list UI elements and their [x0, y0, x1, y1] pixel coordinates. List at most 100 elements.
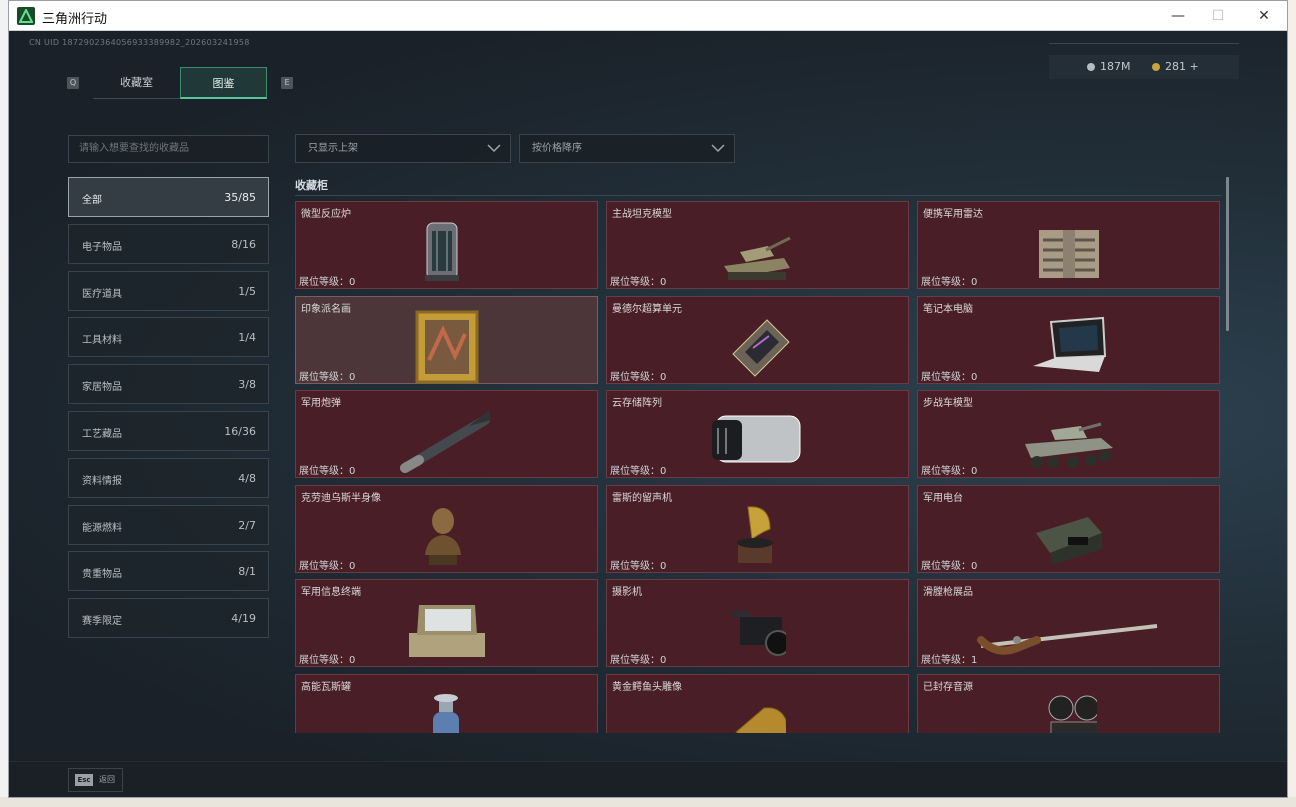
camera-icon: [732, 611, 786, 657]
category-count: 8/16: [231, 237, 256, 251]
uid-text: CN UID 1872902364056933389982_2026032419…: [29, 38, 250, 47]
category-count: 8/1: [238, 565, 256, 579]
item-name: 高能瓦斯罐: [301, 682, 351, 693]
category-label: 家居物品: [82, 382, 122, 394]
search-input[interactable]: 请输入想要查找的收藏品: [68, 135, 269, 163]
category-item[interactable]: 能源燃料 2/7: [68, 504, 269, 545]
header-divider: [1049, 43, 1239, 44]
scrollbar-thumb[interactable]: [1226, 177, 1229, 331]
item-level-prefix: 展位等级：: [921, 277, 971, 288]
item-level-prefix: 展位等级：: [921, 560, 971, 572]
item-level-value: 0: [660, 560, 667, 572]
collection-card[interactable]: 克劳迪乌斯半身像 展位等级：0: [295, 484, 598, 573]
shelf-filter-label: 只显示上架: [308, 143, 358, 154]
item-level-value: 0: [349, 560, 356, 572]
shelf-filter-dropdown[interactable]: 只显示上架: [295, 134, 511, 163]
category-item[interactable]: 资料情报 4/8: [68, 457, 269, 498]
gas-tank-icon: [433, 694, 459, 733]
item-level: 展位等级：0: [610, 651, 666, 666]
category-item[interactable]: 工具材料 1/4: [68, 317, 269, 358]
back-button[interactable]: Esc 返回: [68, 768, 123, 792]
tab-catalog[interactable]: 图鉴: [180, 67, 267, 99]
category-item[interactable]: 医疗道具 1/5: [68, 270, 269, 311]
chevron-down-icon: [711, 144, 725, 153]
collection-card[interactable]: 军用信息终端 展位等级：0: [295, 579, 598, 668]
collection-card[interactable]: 便携军用雷达 展位等级：0: [917, 201, 1220, 289]
collection-card[interactable]: 军用炮弹 展位等级：0: [295, 390, 598, 479]
item-name: 笔记本电脑: [923, 303, 973, 315]
item-name: 军用电台: [923, 492, 963, 504]
collection-card[interactable]: 曼德尔超算单元 展位等级：0: [606, 295, 909, 384]
item-level: 展位等级：0: [610, 557, 666, 572]
close-button[interactable]: ✕: [1241, 1, 1287, 31]
item-level-prefix: 展位等级：: [610, 466, 660, 478]
app-logo-icon: [17, 7, 35, 25]
collection-card[interactable]: 军用电台展位等级：0: [917, 484, 1220, 573]
collection-card[interactable]: 高能瓦斯罐: [295, 674, 598, 733]
collection-card[interactable]: 滑膛枪展品 展位等级：1: [917, 579, 1220, 668]
game-area: CN UID 1872902364056933389982_2026032419…: [9, 31, 1287, 797]
category-label: 电子物品: [82, 241, 122, 253]
item-level: 展位等级：0: [921, 557, 977, 572]
category-item[interactable]: 赛季限定 4/19: [68, 598, 269, 639]
item-name: 主战坦克模型: [612, 209, 672, 220]
collection-card[interactable]: 黄金鳄鱼头雕像: [606, 674, 909, 733]
item-level-value: 0: [971, 371, 978, 383]
collection-card[interactable]: 已封存音源: [917, 674, 1220, 733]
item-name: 已封存音源: [923, 682, 973, 693]
sort-dropdown[interactable]: 按价格降序: [519, 134, 735, 163]
currency-silver-value: 187M: [1100, 60, 1131, 73]
item-name: 军用炮弹: [301, 398, 341, 410]
currency-silver[interactable]: 187M: [1087, 60, 1131, 73]
window-title: 三角洲行动: [42, 12, 108, 27]
item-level-value: 0: [660, 371, 667, 383]
item-level-prefix: 展位等级：: [610, 655, 660, 667]
item-level: 展位等级：0: [610, 273, 666, 288]
category-item[interactable]: 全部 35/85: [68, 177, 269, 217]
game-window: 三角洲行动 — ☐ ✕ CN UID 187290236405693338998…: [8, 0, 1288, 798]
category-item[interactable]: 贵重物品 8/1: [68, 551, 269, 592]
category-item[interactable]: 家居物品 3/8: [68, 364, 269, 405]
reel-recorder-icon: [1048, 695, 1097, 733]
ifv-icon: [1025, 422, 1113, 469]
item-level-prefix: 展位等级：: [610, 371, 660, 383]
category-label: 贵重物品: [82, 569, 122, 581]
currency-bar: [1049, 55, 1239, 79]
collection-card[interactable]: 笔记本电脑展位等级：0: [917, 295, 1220, 384]
category-item[interactable]: 电子物品 8/16: [68, 223, 269, 264]
collection-card[interactable]: 云存储阵列 展位等级：0: [606, 390, 909, 479]
back-label: 返回: [99, 775, 115, 784]
radio-icon: [1036, 516, 1102, 565]
category-item[interactable]: 工艺藏品 16/36: [68, 411, 269, 451]
item-name: 黄金鳄鱼头雕像: [612, 682, 682, 693]
chevron-down-icon: [487, 144, 501, 153]
item-level: 展位等级：0: [610, 462, 666, 477]
item-level-prefix: 展位等级：: [299, 655, 349, 667]
croc-statue-icon: [735, 707, 786, 733]
item-name: 印象派名画: [301, 303, 351, 315]
storage-icon: [712, 415, 801, 463]
tab-collection-room[interactable]: 收藏室: [93, 67, 180, 99]
category-label: 赛季限定: [82, 616, 122, 628]
item-name: 便携军用雷达: [923, 209, 983, 220]
maximize-button[interactable]: ☐: [1195, 1, 1241, 31]
collection-card[interactable]: 主战坦克模型展位等级：0: [606, 201, 909, 289]
collection-card[interactable]: 印象派名画 展位等级：0: [295, 295, 598, 384]
collection-card[interactable]: 步战车模型展位等级：0: [917, 390, 1220, 479]
collection-card[interactable]: 摄影机 展位等级：0: [606, 579, 909, 668]
collection-card[interactable]: 雷斯的留声机 展位等级：0: [606, 484, 909, 573]
item-level-value: 0: [349, 655, 356, 667]
terminal-icon: [409, 605, 485, 658]
item-level-prefix: 展位等级：: [921, 371, 971, 383]
currency-gold[interactable]: 281 +: [1152, 60, 1199, 73]
item-level-value: 0: [660, 655, 667, 667]
gramophone-icon: [737, 506, 773, 563]
item-level-prefix: 展位等级：: [299, 371, 349, 383]
item-level: 展位等级：0: [921, 462, 977, 477]
item-level: 展位等级：0: [299, 557, 355, 572]
item-name: 步战车模型: [923, 398, 973, 410]
reactor-icon: [425, 222, 459, 281]
collection-card[interactable]: 微型反应炉 展位等级：0: [295, 201, 598, 289]
item-level-value: 0: [349, 277, 356, 288]
silver-coin-icon: [1087, 63, 1095, 71]
